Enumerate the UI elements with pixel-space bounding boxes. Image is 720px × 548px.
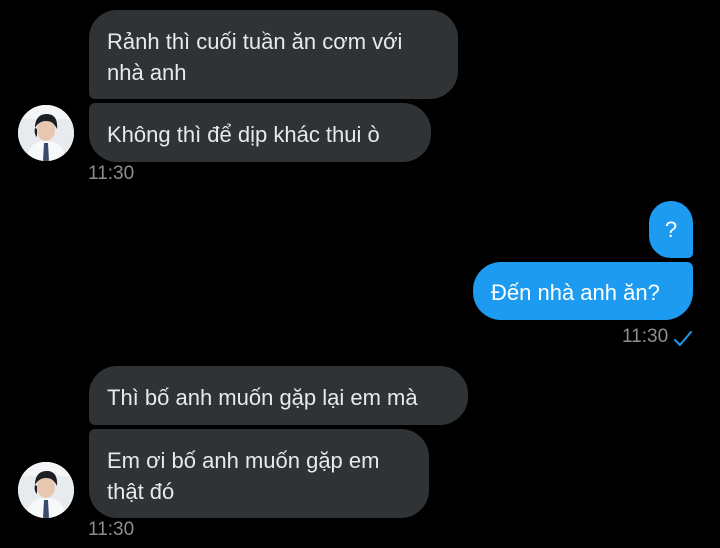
message-timestamp: 11:30 [88, 163, 135, 184]
incoming-message[interactable]: Em ơi bố anh muốn gặp em thật đó [89, 429, 429, 518]
incoming-message[interactable]: Thì bố anh muốn gặp lại em mà [89, 366, 468, 425]
incoming-message[interactable]: Không thì để dịp khác thui ò [89, 103, 431, 162]
contact-avatar[interactable] [18, 105, 74, 161]
avatar-image [18, 462, 74, 518]
avatar-image [18, 105, 74, 161]
message-timestamp: 11:30 [88, 519, 135, 540]
incoming-message[interactable]: Rảnh thì cuối tuần ăn cơm với nhà anh [89, 10, 458, 99]
outgoing-message[interactable]: ? [649, 201, 693, 258]
message-timestamp: 11:30 [622, 326, 669, 347]
contact-avatar[interactable] [18, 462, 74, 518]
checkmark-icon [674, 331, 692, 346]
outgoing-message[interactable]: Đến nhà anh ăn? [473, 262, 693, 320]
